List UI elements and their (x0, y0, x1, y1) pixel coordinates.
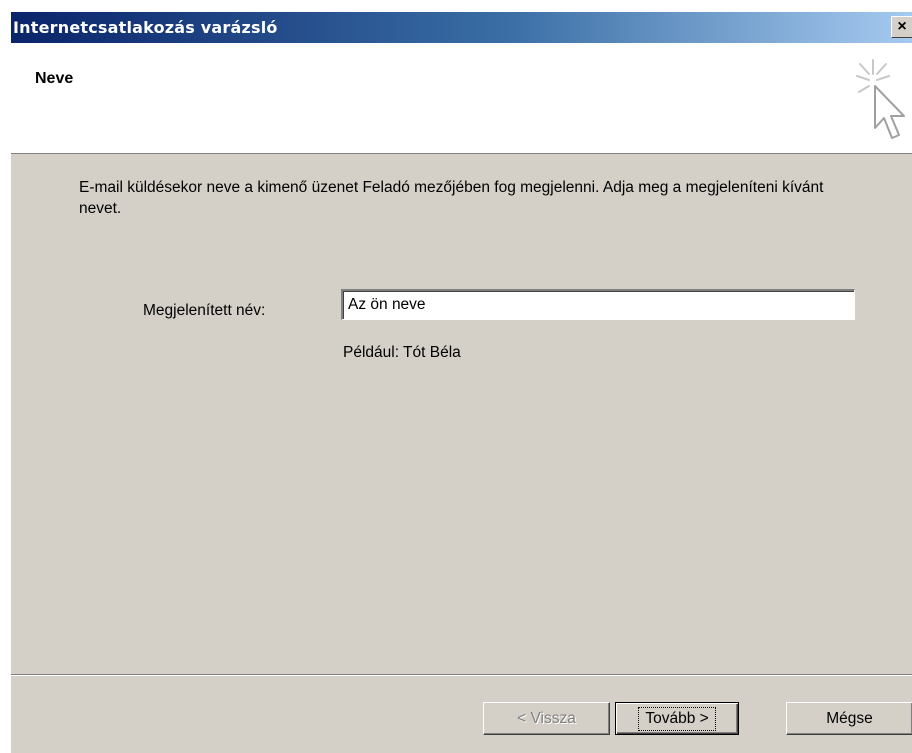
next-button[interactable]: Tovább > (615, 702, 739, 735)
wizard-window: Internetcsatlakozás varázsló × Neve E-ma… (10, 12, 912, 753)
page-title: Neve (35, 70, 74, 87)
cancel-button[interactable]: Mégse (786, 702, 912, 735)
wizard-cursor-icon (856, 59, 905, 139)
wizard-header: Neve (11, 43, 912, 154)
description-text: E-mail küldésekor neve a kimenő üzenet F… (79, 179, 824, 217)
example-text: Például: Tót Béla (343, 344, 461, 361)
display-name-label: Megjelenített név: (143, 302, 266, 319)
close-button[interactable]: × (891, 16, 912, 38)
title-bar[interactable]: Internetcsatlakozás varázsló × (11, 12, 912, 43)
separator (11, 674, 912, 676)
window-title: Internetcsatlakozás varázsló (13, 18, 278, 37)
next-button-label: Tovább > (638, 706, 716, 731)
back-button[interactable]: < Vissza (483, 702, 610, 735)
close-icon: × (897, 18, 907, 35)
display-name-input[interactable] (341, 289, 855, 320)
